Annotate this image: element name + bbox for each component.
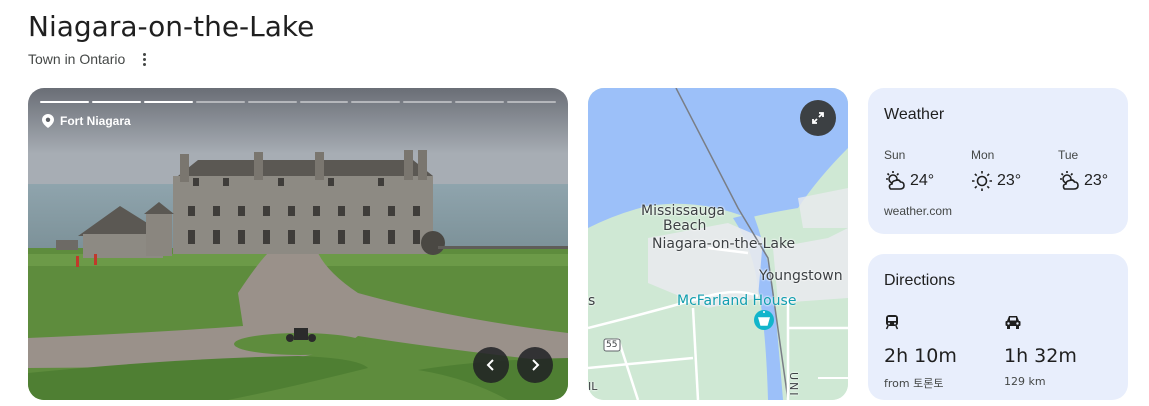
weather-day-name: Mon [971, 148, 995, 162]
weather-day: Sun 24° [884, 148, 964, 192]
weather-temp: 24° [910, 172, 935, 189]
route-time: 2h 10m [884, 345, 957, 367]
route-driving[interactable]: 1h 32m 129 km [1004, 314, 1077, 388]
chevron-right-icon [532, 359, 540, 371]
train-icon [885, 315, 899, 330]
carousel-progress-segment [455, 101, 505, 103]
route-transit[interactable]: 2h 10m from 토론토 [884, 314, 957, 391]
route-time: 1h 32m [1004, 345, 1077, 367]
carousel-progress-segment [247, 101, 297, 103]
carousel-progress-segment [195, 101, 245, 103]
car-icon [1005, 316, 1021, 329]
weather-day-name: Sun [884, 148, 906, 162]
carousel-progress-segment [299, 101, 349, 103]
carousel-progress-segment [403, 101, 453, 103]
carousel-progress-segment [143, 101, 193, 103]
carousel-prev-button[interactable] [473, 347, 509, 383]
page-title: Niagara-on-the-Lake [28, 10, 315, 43]
weather-day: Tue 23° [1058, 148, 1138, 192]
more-vert-icon[interactable] [135, 50, 153, 68]
carousel-progress-segment [507, 101, 557, 103]
directions-title: Directions [884, 272, 956, 289]
map-label-edge: s [588, 293, 596, 309]
map-expand-button[interactable] [800, 100, 836, 136]
directions-card[interactable]: Directions 2h 10m from 토론토 1h 32m 129 km [868, 254, 1128, 400]
map-route-shield: 55 [606, 340, 618, 350]
map-label-mississauga: Mississauga [641, 203, 725, 219]
partly-cloudy-icon [886, 171, 905, 190]
route-sub: from 토론토 [884, 377, 944, 390]
photo-place-label[interactable]: Fort Niagara [42, 114, 131, 128]
carousel-progress-segment [40, 101, 89, 103]
place-label-text: Fort Niagara [60, 114, 131, 128]
photo-carousel[interactable]: Fort Niagara [28, 88, 568, 400]
map-label-poi: McFarland House [677, 293, 797, 309]
expand-icon [812, 112, 824, 124]
carousel-progress-segment [91, 101, 141, 103]
chevron-left-icon [486, 359, 494, 371]
sunny-icon [972, 171, 992, 191]
map-label-beach: Beach [663, 218, 707, 234]
carousel-progress [40, 101, 557, 103]
map-label-edge-il: IL [588, 380, 598, 393]
weather-temp: 23° [1084, 172, 1109, 189]
weather-day-name: Tue [1058, 148, 1079, 162]
map-label-town: Niagara-on-the-Lake [652, 236, 796, 252]
weather-source-link[interactable]: weather.com [884, 204, 952, 218]
route-sub: 129 km [1004, 375, 1046, 388]
map-label-uni: UNI [787, 372, 800, 398]
subtitle-row: Town in Ontario [28, 50, 153, 68]
carousel-next-button[interactable] [517, 347, 553, 383]
location-pin-icon [42, 114, 54, 128]
weather-day: Mon 23° [971, 148, 1051, 192]
weather-card[interactable]: Weather Sun 24° Mon 23° Tue 23° weather.… [868, 88, 1128, 234]
carousel-progress-segment [351, 101, 401, 103]
partly-cloudy-icon [1060, 171, 1079, 190]
subtitle: Town in Ontario [28, 51, 126, 67]
map-preview[interactable]: Mississauga Beach Niagara-on-the-Lake Yo… [588, 88, 848, 400]
weather-title: Weather [884, 106, 945, 123]
weather-temp: 23° [997, 172, 1022, 189]
map-label-youngstown: Youngstown [759, 268, 843, 284]
